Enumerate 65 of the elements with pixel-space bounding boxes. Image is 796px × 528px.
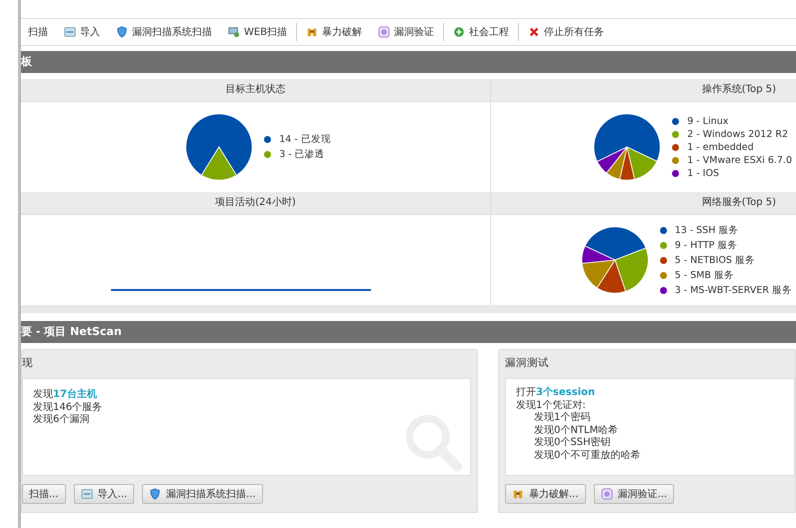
toolbar-button[interactable]: 停止所有任务 xyxy=(521,23,612,41)
summary-line: 发现17台主机 xyxy=(33,389,98,402)
summary-line: 发现0个NTLM哈希 xyxy=(532,424,620,436)
legend-dot xyxy=(672,170,680,176)
summary-line: 打开3个session xyxy=(516,387,596,400)
shield-icon xyxy=(116,26,128,38)
toolbar-button[interactable]: WEB扫描 xyxy=(221,23,294,41)
panel-title: 现 xyxy=(22,356,34,371)
toolbar-button[interactable]: 暴力破解 xyxy=(299,23,370,41)
summary-line: 发现0个不可重放的哈希 xyxy=(532,450,642,462)
action-button[interactable]: 漏洞扫描系统扫描... xyxy=(142,484,263,504)
panel-header: 目标主机状态 xyxy=(21,79,490,102)
action-button[interactable]: 漏洞验证... xyxy=(594,484,674,504)
summary-line: 发现1个凭证对: xyxy=(516,400,587,412)
toolbar-button[interactable]: 漏洞验证 xyxy=(371,23,442,41)
section-header: 要 - 项目 NetScan xyxy=(21,321,796,343)
legend-label: 1 - IOS xyxy=(687,168,720,178)
toolbar-button[interactable]: 扫描 xyxy=(21,23,55,41)
legend-dot xyxy=(660,242,667,248)
action-button[interactable]: 暴力破解... xyxy=(504,484,586,504)
legend-label: 1 - embedded xyxy=(687,142,754,152)
panel-header: 操作系统(Top 5) xyxy=(491,79,796,102)
legend-label: 2 - Windows 2012 R2 xyxy=(687,128,788,140)
legend-label: 13 - SSH 服务 xyxy=(674,224,738,236)
toolbar-button[interactable]: 导入 xyxy=(57,23,107,41)
legend-label: 5 - NETBIOS 服务 xyxy=(674,254,755,266)
summary-line: 发现0个SSH密钥 xyxy=(532,437,612,450)
panel-header: 项目活动(24小时) xyxy=(21,192,490,215)
legend-dot xyxy=(672,144,680,150)
summary-line: 发现6个漏洞 xyxy=(33,414,90,426)
toolbar-button[interactable]: 社会工程 xyxy=(446,23,516,41)
legend-label: 14 - 已发现 xyxy=(279,133,331,146)
legend-label: 3 - 已渗透 xyxy=(279,148,325,161)
computer-icon xyxy=(228,26,240,38)
legend-label: 9 - Linux xyxy=(687,116,728,126)
target-icon xyxy=(600,488,613,500)
legend-dot xyxy=(672,118,680,124)
tray-icon xyxy=(80,488,93,500)
toolbar-button[interactable]: 漏洞扫描系统扫描 xyxy=(109,23,219,41)
legend-label: 1 - VMware ESXi 6.7.0 xyxy=(687,154,792,166)
legend-label: 3 - MS-WBT-SERVER 服务 xyxy=(674,284,792,296)
panel-header: 网络服务(Top 5) xyxy=(491,192,796,215)
legend-dot xyxy=(660,226,667,234)
legend-dot xyxy=(264,151,272,158)
action-button[interactable]: 导入... xyxy=(74,484,134,504)
shield-icon xyxy=(149,488,162,500)
legend-label: 9 - HTTP 服务 xyxy=(674,238,738,252)
plus-circle-icon xyxy=(453,26,466,38)
legend-dot xyxy=(672,156,680,164)
binoculars-icon xyxy=(512,488,524,500)
legend-dot xyxy=(660,256,667,264)
tray-icon xyxy=(64,26,76,38)
legend-dot xyxy=(672,130,680,138)
legend-dot xyxy=(264,136,272,143)
legend-dot xyxy=(660,272,667,278)
summary-line: 发现1个密码 xyxy=(532,412,592,424)
binoculars-icon xyxy=(306,26,318,38)
summary-line: 发现146个服务 xyxy=(33,402,104,414)
panel-title: 漏洞测试 xyxy=(504,356,550,371)
action-button[interactable]: 扫描... xyxy=(22,484,66,504)
legend-label: 5 - SMB 服务 xyxy=(674,268,734,282)
section-header: 板 xyxy=(21,51,796,73)
target-icon xyxy=(378,26,390,38)
legend-dot xyxy=(660,286,667,294)
close-icon xyxy=(528,26,540,38)
